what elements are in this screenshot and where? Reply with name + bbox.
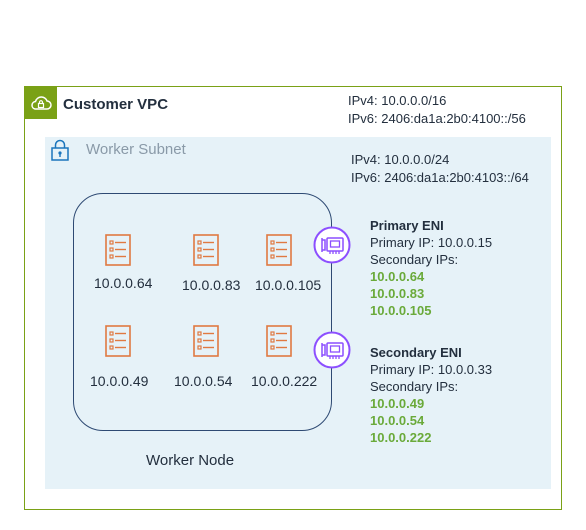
eni-title: Secondary ENI: [370, 345, 462, 360]
subnet-ipv6-value: 2406:da1a:2b0:4103::/64: [384, 170, 529, 185]
subnet-title: Worker Subnet: [86, 141, 186, 158]
server-icon: [193, 234, 219, 266]
server-icon: [266, 234, 292, 266]
eni-secondary-label: Secondary IPs:: [370, 252, 459, 267]
eni-primary-ip: Primary IP: 10.0.0.15: [370, 235, 493, 250]
vpc-title: Customer VPC: [63, 96, 169, 113]
eni-secondary-ip: 10.0.0.222: [370, 430, 432, 445]
pod-ip-label: 10.0.0.49: [90, 373, 149, 389]
worker-node-label: Worker Node: [146, 452, 235, 469]
vpc-ipv6-prefix: IPv6:: [348, 111, 382, 126]
subnet-cidr-block: IPv4: 10.0.0.0/24 IPv6: 2406:da1a:2b0:41…: [351, 151, 529, 187]
subnet-ipv4: IPv4: 10.0.0.0/24: [351, 152, 450, 167]
primary-eni-details: Primary ENI Primary IP: 10.0.0.15 Second…: [370, 217, 492, 319]
secondary-eni-details: Secondary ENI Primary IP: 10.0.0.33 Seco…: [370, 344, 492, 446]
vpc-ipv6-value: 2406:da1a:2b0:4100::/56: [381, 111, 526, 126]
server-icon: [105, 234, 131, 266]
eni-secondary-label: Secondary IPs:: [370, 379, 459, 394]
eni-title: Primary ENI: [370, 218, 444, 233]
pod-ip-label: 10.0.0.64: [94, 275, 153, 291]
pod-ip-label: 10.0.0.83: [182, 277, 241, 293]
vpc-ipv4: IPv4: 10.0.0.0/16: [348, 93, 447, 108]
eni-secondary-ip: 10.0.0.83: [370, 286, 425, 301]
pod-ip-label: 10.0.0.54: [174, 373, 233, 389]
eni-primary-ip: Primary IP: 10.0.0.33: [370, 362, 493, 377]
eni-secondary-ip: 10.0.0.64: [370, 269, 425, 284]
cloud-lock-icon: [24, 86, 57, 119]
eni-secondary-ip: 10.0.0.54: [370, 413, 425, 428]
server-icon: [193, 325, 219, 357]
server-icon: [105, 325, 131, 357]
network-interface-icon: [313, 226, 351, 264]
vpc-ipv6: IPv6: 2406:da1a:2b0:4100::/56: [348, 110, 526, 128]
worker-node-container: [73, 193, 332, 431]
subnet-ipv6: IPv6: 2406:da1a:2b0:4103::/64: [351, 169, 529, 187]
server-icon: [266, 325, 292, 357]
eni-secondary-ip: 10.0.0.49: [370, 396, 425, 411]
pod-ip-label: 10.0.0.105: [255, 277, 322, 293]
vpc-cidr-block: IPv4: 10.0.0.0/16 IPv6: 2406:da1a:2b0:41…: [348, 92, 526, 128]
pod-ip-label: 10.0.0.222: [251, 373, 318, 389]
lock-icon: [47, 137, 73, 163]
network-interface-icon: [313, 331, 351, 369]
eni-secondary-ip: 10.0.0.105: [370, 303, 432, 318]
subnet-ipv6-prefix: IPv6:: [351, 170, 385, 185]
